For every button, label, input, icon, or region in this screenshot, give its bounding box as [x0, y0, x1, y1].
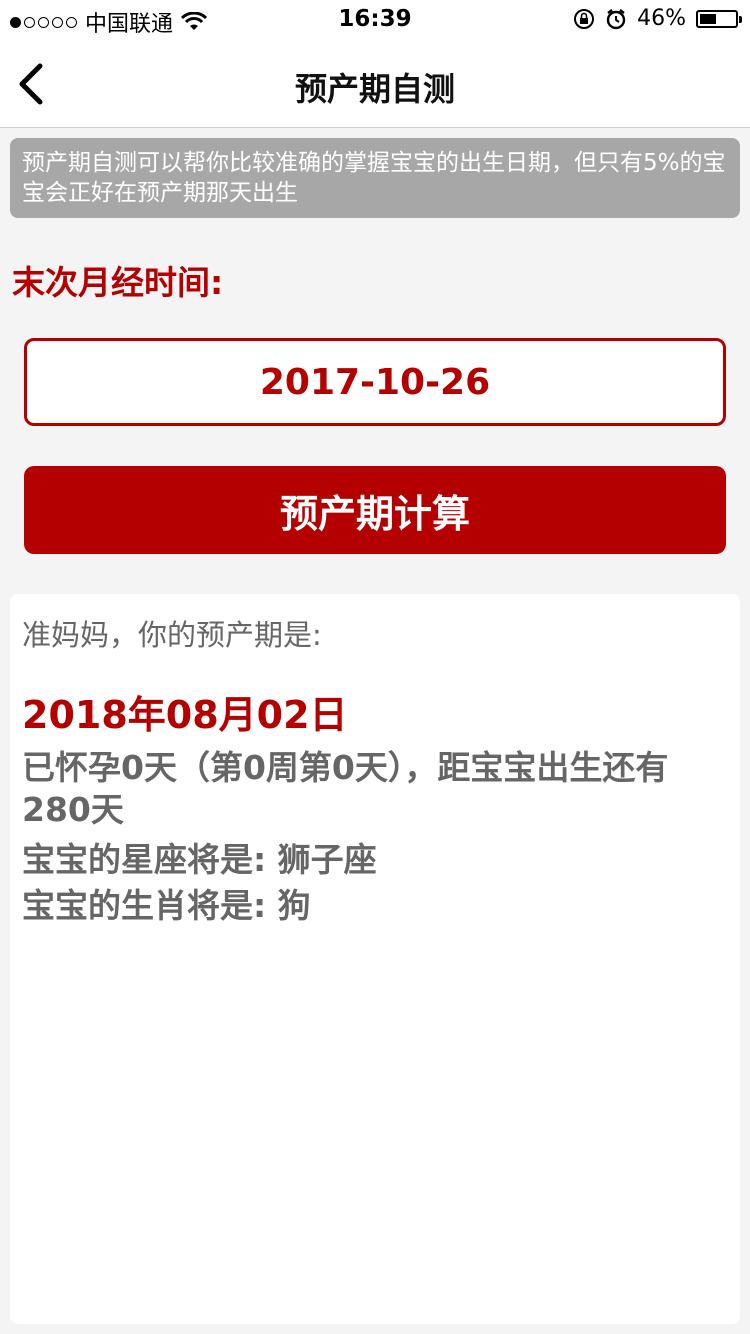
battery-percent: 46%	[637, 6, 686, 31]
battery-icon	[696, 9, 742, 28]
page-title: 预产期自测	[294, 70, 455, 108]
pregnancy-status: 已怀孕0天（第0周第0天），距宝宝出生还有280天	[22, 748, 669, 829]
result-intro: 准妈妈，你的预产期是:	[22, 618, 322, 652]
rotation-lock-icon	[574, 8, 595, 29]
chinese-zodiac: 宝宝的生肖将是: 狗	[22, 886, 311, 925]
nav-bar: 预产期自测	[0, 40, 750, 128]
due-date: 2018年08月02日	[22, 693, 348, 737]
status-bar: 中国联通 16:39 46%	[0, 0, 750, 40]
zodiac-sign: 宝宝的星座将是: 狮子座	[22, 840, 377, 879]
status-right: 46%	[573, 6, 742, 31]
result-card: 准妈妈，你的预产期是: 2018年08月02日 已怀孕0天（第0周第0天），距宝…	[10, 594, 740, 1324]
alarm-icon	[606, 8, 626, 29]
calculate-button[interactable]: 预产期计算	[24, 466, 726, 554]
info-banner: 预产期自测可以帮你比较准确的掌握宝宝的出生日期，但只有5%的宝宝会正好在预产期那…	[10, 138, 740, 218]
lmp-label: 末次月经时间:	[12, 263, 224, 302]
lmp-date-input[interactable]: 2017-10-26	[24, 338, 726, 426]
